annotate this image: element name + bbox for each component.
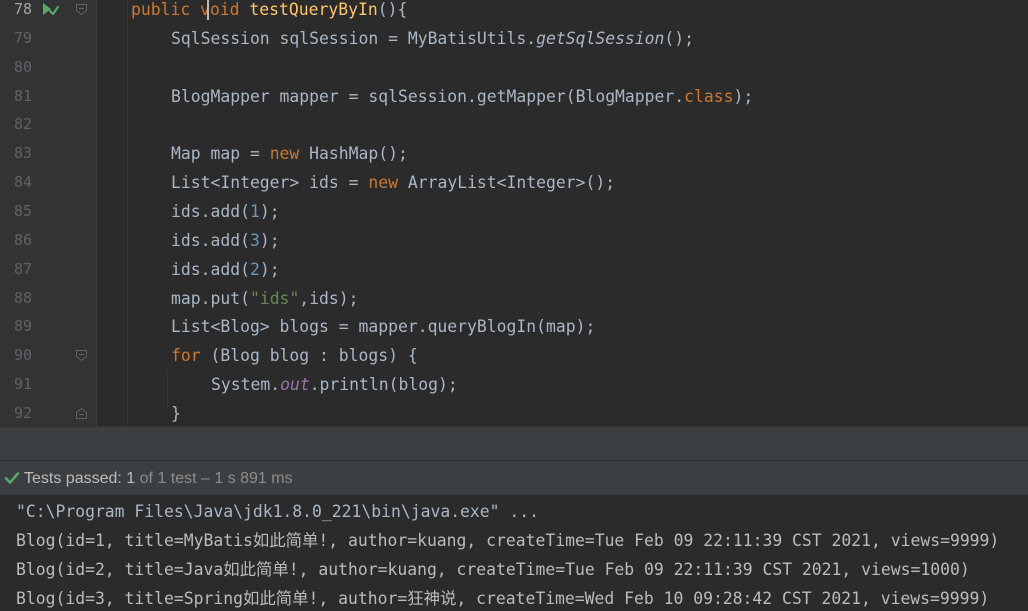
code-token: ); [259, 259, 280, 279]
code-token: class [684, 86, 734, 106]
line-number: 80 [13, 57, 32, 76]
code-token: 2 [249, 259, 260, 279]
code-text: Map map = new HashMap(); [171, 139, 408, 168]
code-editor[interactable]: 78 public void testQueryByIn(){ 79 SqlSessi… [0, 0, 1028, 426]
test-status-label: Tests passed: [24, 470, 127, 487]
code-token: public [131, 0, 201, 19]
code-token: System. [211, 375, 281, 395]
line-number: 84 [13, 173, 32, 192]
code-token: BlogMapper mapper = sqlSession.getMapper… [171, 86, 685, 106]
code-line[interactable]: 78 public void testQueryByIn(){ [0, 0, 1028, 24]
code-line[interactable]: 89 List<Blog> blogs = mapper.queryBlogIn(… [0, 312, 1028, 341]
code-line[interactable]: 87 ids.add(2); [0, 255, 1028, 284]
code-line[interactable]: 85 ids.add(1); [0, 197, 1028, 226]
code-token: ids.add( [171, 201, 250, 221]
code-token: (Blog blog : blogs) { [210, 346, 418, 366]
code-token: ); [259, 201, 280, 221]
test-status-detail: of 1 test – 1 s 891 ms [135, 470, 293, 487]
text-caret [207, 0, 209, 20]
code-line[interactable]: 92} [0, 399, 1028, 426]
code-line[interactable]: 79 SqlSession sqlSession = MyBatisUtils.g… [0, 24, 1028, 53]
line-number: 83 [13, 144, 32, 163]
code-line[interactable]: 80 [0, 53, 1028, 82]
console-output[interactable]: "C:\Program Files\Java\jdk1.8.0_221\bin\… [0, 495, 1028, 611]
code-line[interactable]: 82 [0, 110, 1028, 139]
fold-icon[interactable] [75, 349, 88, 362]
code-token: SqlSession sqlSession = MyBatisUtils. [171, 28, 537, 48]
code-token: } [171, 403, 181, 423]
console-output-line: Blog(id=2, title=Java如此简单!, author=kuang… [16, 560, 970, 579]
code-token: 3 [249, 230, 260, 250]
code-token: new [269, 144, 310, 164]
code-text: for (Blog blog : blogs) { [171, 341, 418, 370]
code-token: new [368, 173, 408, 193]
code-token: ); [259, 230, 280, 250]
code-line[interactable]: 81 BlogMapper mapper = sqlSession.getMapp… [0, 82, 1028, 111]
line-number: 78 [13, 0, 32, 18]
check-icon [4, 472, 20, 484]
line-number: 79 [13, 28, 32, 47]
code-token: out [280, 375, 310, 395]
code-token: (){ [377, 0, 408, 19]
code-text: SqlSession sqlSession = MyBatisUtils.get… [171, 24, 694, 53]
code-token: (); [664, 28, 695, 48]
code-token: List<Blog> blogs = mapper.queryBlogIn(ma… [171, 317, 596, 337]
code-token: HashMap(); [309, 144, 408, 164]
panel-splitter[interactable] [0, 426, 1028, 461]
code-line[interactable]: 90 for (Blog blog : blogs) { [0, 341, 1028, 370]
code-text: System.out.println(blog); [211, 370, 458, 399]
code-line[interactable]: 86 ids.add(3); [0, 226, 1028, 255]
test-status-count: 1 [126, 470, 136, 487]
line-number: 81 [13, 86, 32, 105]
code-text: ids.add(1); [171, 197, 280, 226]
line-number: 86 [13, 230, 32, 249]
line-number: 90 [13, 346, 32, 365]
line-number: 92 [13, 403, 32, 422]
test-status-text: Tests passed: 1 of 1 test – 1 s 891 ms [24, 461, 293, 496]
line-number: 87 [13, 259, 32, 278]
code-token: .println(blog); [309, 375, 458, 395]
code-token: ); [733, 86, 754, 106]
code-line[interactable]: 83 Map map = new HashMap(); [0, 139, 1028, 168]
code-line[interactable]: 91 System.out.println(blog); [0, 370, 1028, 399]
code-text: BlogMapper mapper = sqlSession.getMapper… [171, 82, 753, 111]
line-number: 91 [13, 375, 32, 394]
code-token: ArrayList<Integer>(); [407, 173, 616, 193]
fold-icon[interactable] [75, 3, 88, 16]
fold-end-icon[interactable] [75, 407, 88, 420]
code-token: "ids" [249, 288, 300, 308]
code-text: map.put("ids",ids); [171, 284, 359, 313]
console-output-line: Blog(id=1, title=MyBatis如此简单!, author=ku… [16, 531, 1000, 550]
code-line[interactable]: 84 List<Integer> ids = new ArrayList<Inte… [0, 168, 1028, 197]
test-status-bar: Tests passed: 1 of 1 test – 1 s 891 ms [0, 460, 1028, 496]
code-token: map.put( [171, 288, 250, 308]
console-output-line: Blog(id=3, title=Spring如此简单!, author=狂神说… [16, 589, 990, 608]
line-number: 85 [13, 201, 32, 220]
code-token: List<Integer> ids = [171, 173, 369, 193]
code-text: List<Integer> ids = new ArrayList<Intege… [171, 168, 615, 197]
code-token: getSqlSession [536, 28, 665, 48]
code-token: testQueryByIn [249, 0, 378, 19]
code-line[interactable]: 88 map.put("ids",ids); [0, 284, 1028, 313]
code-token: for [171, 346, 211, 366]
code-text: } [171, 399, 181, 426]
line-number: 88 [13, 288, 32, 307]
line-number: 82 [13, 115, 32, 134]
code-text: ids.add(2); [171, 255, 280, 284]
line-number: 89 [13, 317, 32, 336]
code-token: ids.add( [171, 259, 250, 279]
code-text: public void testQueryByIn(){ [131, 0, 407, 24]
code-token: Map map = [171, 144, 270, 164]
code-token: ids.add( [171, 230, 250, 250]
code-token: 1 [249, 201, 260, 221]
console-command-line: "C:\Program Files\Java\jdk1.8.0_221\bin\… [16, 502, 540, 521]
code-token: ,ids); [299, 288, 359, 308]
code-text: List<Blog> blogs = mapper.queryBlogIn(ma… [171, 312, 595, 341]
code-text: ids.add(3); [171, 226, 280, 255]
run-test-icon[interactable] [40, 0, 60, 24]
